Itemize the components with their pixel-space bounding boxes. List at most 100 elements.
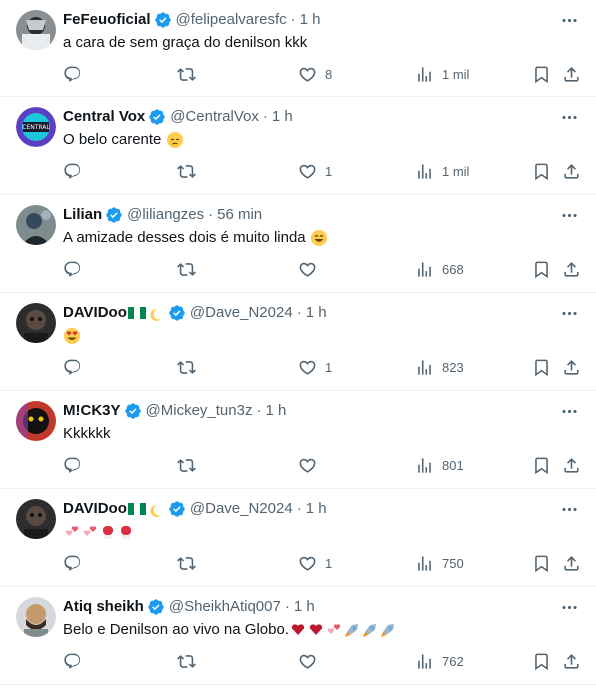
retweet-button[interactable]	[177, 63, 196, 85]
analytics-icon	[415, 652, 434, 671]
timestamp[interactable]: 1 h	[294, 597, 315, 617]
avatar[interactable]	[16, 303, 56, 343]
avatar[interactable]	[16, 499, 56, 539]
author-handle[interactable]: @CentralVox	[170, 107, 259, 127]
author-name[interactable]: DAVIDoo	[63, 499, 127, 519]
red-heart-emoji-icon	[309, 624, 323, 636]
author-name[interactable]: FeFeuoficial	[63, 10, 151, 30]
action-bar: 8 1 mil	[63, 63, 580, 85]
rocket-emoji-icon	[362, 624, 376, 638]
tweet[interactable]: Atiq sheikh @SheikhAtiq007 · 1 h Belo e …	[0, 587, 596, 685]
analytics-icon	[415, 260, 434, 279]
avatar[interactable]	[16, 205, 56, 245]
author-handle[interactable]: @Dave_N2024	[190, 499, 293, 519]
timestamp[interactable]: 1 h	[306, 303, 327, 323]
more-options-icon[interactable]	[558, 303, 580, 323]
like-button[interactable]	[298, 650, 325, 672]
avatar[interactable]	[16, 10, 56, 50]
timestamp[interactable]: 1 h	[300, 10, 321, 30]
share-button[interactable]	[562, 650, 581, 672]
bookmark-icon	[532, 260, 551, 279]
boxing-glove-emoji-icon	[121, 526, 131, 540]
retweet-button[interactable]	[177, 356, 196, 378]
heart-icon	[298, 358, 317, 377]
heart-icon	[298, 652, 317, 671]
author-name[interactable]: Lilian	[63, 205, 102, 225]
more-options-icon[interactable]	[558, 499, 580, 519]
bookmark-button[interactable]	[532, 160, 551, 182]
avatar[interactable]: CENTRAL	[16, 107, 56, 147]
tweet[interactable]: FeFeuoficial @felipealvaresfc · 1 h a ca…	[0, 0, 596, 97]
retweet-button[interactable]	[177, 258, 196, 280]
share-button[interactable]	[562, 356, 581, 378]
author-handle[interactable]: @SheikhAtiq007	[169, 597, 281, 617]
author-name[interactable]: M!CK3Y	[63, 401, 121, 421]
reply-button[interactable]	[63, 258, 82, 280]
share-button[interactable]	[562, 258, 581, 280]
like-button[interactable]	[298, 258, 325, 280]
like-button[interactable]: 1	[298, 552, 332, 574]
views-button[interactable]: 1 mil	[415, 160, 469, 182]
tweet[interactable]: Lilian @liliangzes · 56 min A amizade de…	[0, 195, 596, 293]
more-options-icon[interactable]	[558, 597, 580, 617]
reply-button[interactable]	[63, 552, 82, 574]
reply-button[interactable]	[63, 356, 82, 378]
retweet-button[interactable]	[177, 160, 196, 182]
reply-button[interactable]	[63, 650, 82, 672]
like-button[interactable]: 8	[298, 63, 332, 85]
retweet-icon	[177, 456, 196, 475]
rocket-emoji-icon	[344, 624, 358, 638]
author-handle[interactable]: @liliangzes	[127, 205, 204, 225]
views-button[interactable]: 750	[415, 552, 464, 574]
author-handle[interactable]: @Mickey_tun3z	[146, 401, 253, 421]
views-button[interactable]: 1 mil	[415, 63, 469, 85]
verified-badge-icon	[124, 402, 142, 420]
like-button[interactable]: 1	[298, 160, 332, 182]
author-handle[interactable]: @Dave_N2024	[190, 303, 293, 323]
share-button[interactable]	[562, 552, 581, 574]
author-name[interactable]: Atiq sheikh	[63, 597, 144, 617]
author-handle[interactable]: @felipealvaresfc	[176, 10, 287, 30]
timestamp[interactable]: 1 h	[265, 401, 286, 421]
views-button[interactable]: 801	[415, 454, 464, 476]
bookmark-button[interactable]	[532, 454, 551, 476]
share-button[interactable]	[562, 454, 581, 476]
avatar[interactable]	[16, 401, 56, 441]
reply-button[interactable]	[63, 63, 82, 85]
share-button[interactable]	[562, 160, 581, 182]
bookmark-button[interactable]	[532, 650, 551, 672]
reply-button[interactable]	[63, 160, 82, 182]
avatar[interactable]	[16, 597, 56, 637]
reply-button[interactable]	[63, 454, 82, 476]
share-button[interactable]	[562, 63, 581, 85]
tweet[interactable]: DAVIDoo @Dave_N2024 · 1 h 1 823	[0, 293, 596, 391]
bookmark-button[interactable]	[532, 552, 551, 574]
more-options-icon[interactable]	[558, 107, 580, 127]
heart-icon	[298, 65, 317, 84]
like-button[interactable]: 1	[298, 356, 332, 378]
retweet-button[interactable]	[177, 650, 196, 672]
timestamp[interactable]: 56 min	[217, 205, 262, 225]
tweet[interactable]: DAVIDoo @Dave_N2024 · 1 h 1 750	[0, 489, 596, 587]
more-options-icon[interactable]	[558, 401, 580, 421]
boxing-glove-emoji-icon	[103, 526, 113, 540]
more-options-icon[interactable]	[558, 10, 580, 30]
timestamp[interactable]: 1 h	[272, 107, 293, 127]
like-button[interactable]	[298, 454, 325, 476]
smiling-face-emoji-icon	[310, 230, 327, 247]
author-name[interactable]: Central Vox	[63, 107, 145, 127]
views-button[interactable]: 668	[415, 258, 464, 280]
views-button[interactable]: 762	[415, 650, 464, 672]
bookmark-button[interactable]	[532, 356, 551, 378]
bookmark-button[interactable]	[532, 258, 551, 280]
retweet-button[interactable]	[177, 552, 196, 574]
bookmark-button[interactable]	[532, 63, 551, 85]
retweet-button[interactable]	[177, 454, 196, 476]
author-name[interactable]: DAVIDoo	[63, 303, 127, 323]
tweet[interactable]: CENTRAL Central Vox @CentralVox · 1 h O …	[0, 97, 596, 195]
tweet[interactable]: M!CK3Y @Mickey_tun3z · 1 h Kkkkkk 801	[0, 391, 596, 489]
more-options-icon[interactable]	[558, 205, 580, 225]
timestamp[interactable]: 1 h	[306, 499, 327, 519]
views-button[interactable]: 823	[415, 356, 464, 378]
nigeria-flag-icon	[127, 503, 146, 515]
